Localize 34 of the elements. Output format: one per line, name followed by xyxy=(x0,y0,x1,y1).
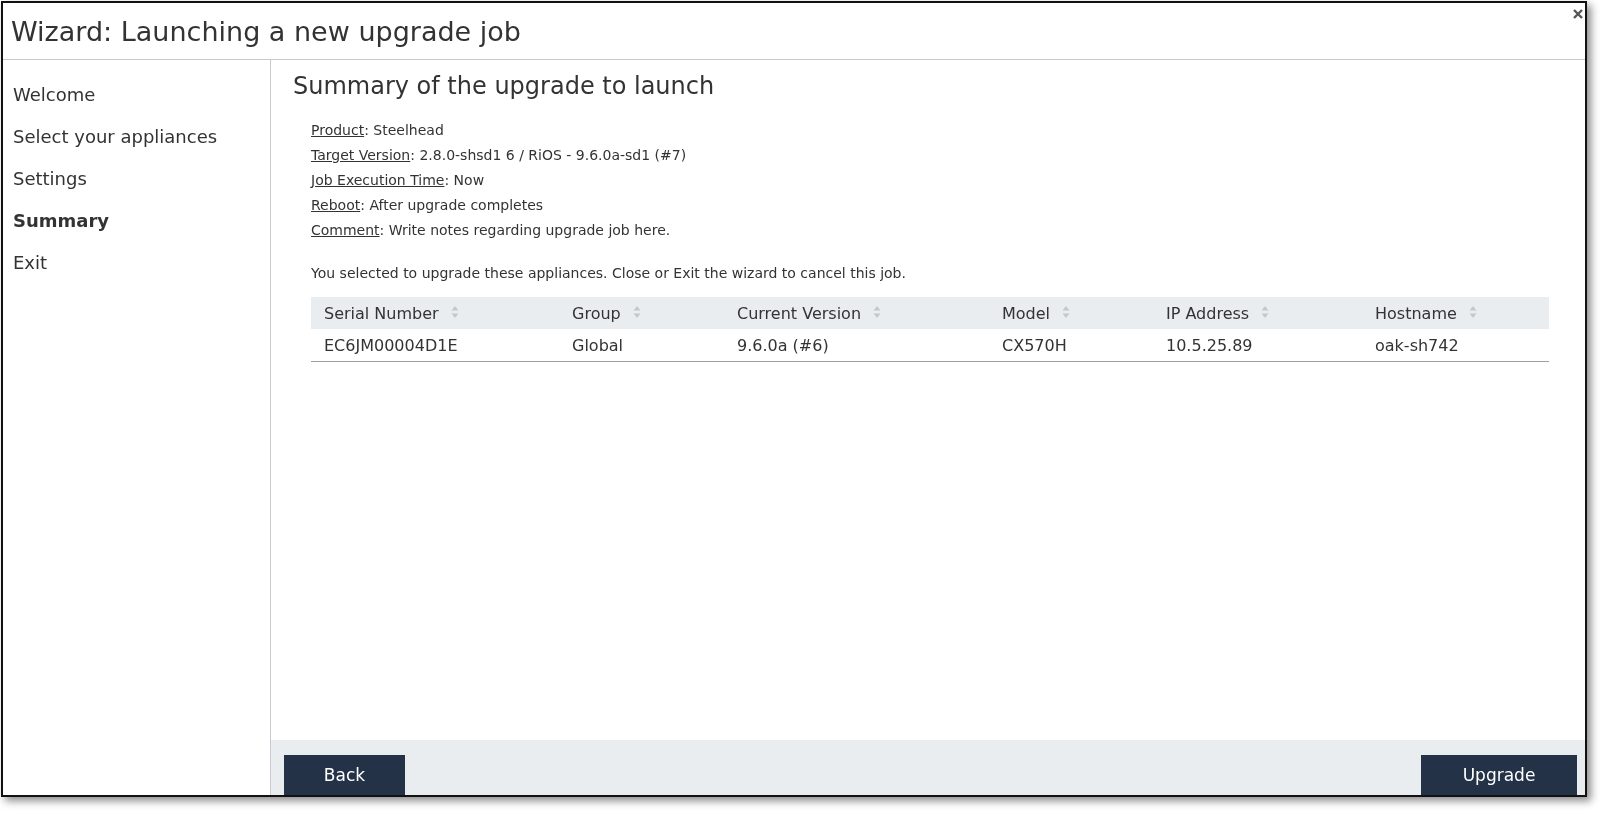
summary-line: Comment: Write notes regarding upgrade job here. xyxy=(311,221,671,240)
sidebar-item[interactable]: Summary xyxy=(3,200,270,242)
sort-icon[interactable] xyxy=(1062,304,1071,319)
column-header[interactable]: Serial Number xyxy=(311,297,559,329)
table-cell: CX570H xyxy=(989,329,1153,362)
table-cell: 9.6.0a (#6) xyxy=(724,329,989,362)
column-header[interactable]: Group xyxy=(559,297,724,329)
sort-icon[interactable] xyxy=(450,304,459,319)
sidebar-item[interactable]: Settings xyxy=(3,158,270,200)
back-button[interactable]: Back xyxy=(284,755,405,795)
sort-icon[interactable] xyxy=(632,304,641,319)
column-header[interactable]: IP Address xyxy=(1153,297,1362,329)
sort-icon[interactable] xyxy=(1468,304,1477,319)
sidebar-item[interactable]: Exit xyxy=(3,242,270,284)
page-heading: Summary of the upgrade to launch xyxy=(293,72,716,100)
table-cell: EC6JM00004D1E xyxy=(311,329,559,362)
summary-line: Target Version: 2.8.0-shsd1 6 / RiOS - 9.6.0a-sd1 (#7) xyxy=(311,146,687,165)
column-header[interactable]: Hostname xyxy=(1362,297,1549,329)
sidebar-item[interactable]: Welcome xyxy=(3,74,270,116)
table-cell: Global xyxy=(559,329,724,362)
column-header[interactable]: Model xyxy=(989,297,1153,329)
close-icon[interactable] xyxy=(1573,9,1583,19)
column-header[interactable]: Current Version xyxy=(724,297,989,329)
sort-icon[interactable] xyxy=(873,304,881,319)
sidebar-item[interactable]: Select your appliances xyxy=(3,116,270,158)
window-title: Wizard: Launching a new upgrade job xyxy=(11,15,521,47)
summary-line: Job Execution Time: Now xyxy=(311,171,485,190)
summary-line: Reboot: After upgrade completes xyxy=(311,196,544,215)
table-cell: 10.5.25.89 xyxy=(1153,329,1362,362)
sort-icon[interactable] xyxy=(1261,304,1270,319)
table-cell: oak-sh742 xyxy=(1362,329,1549,362)
upgrade-button[interactable]: Upgrade xyxy=(1421,755,1577,795)
info-text: You selected to upgrade these appliances. Close or Exit the wizard to cancel this job. xyxy=(310,265,906,281)
summary-line: Product: Steelhead xyxy=(311,121,444,140)
